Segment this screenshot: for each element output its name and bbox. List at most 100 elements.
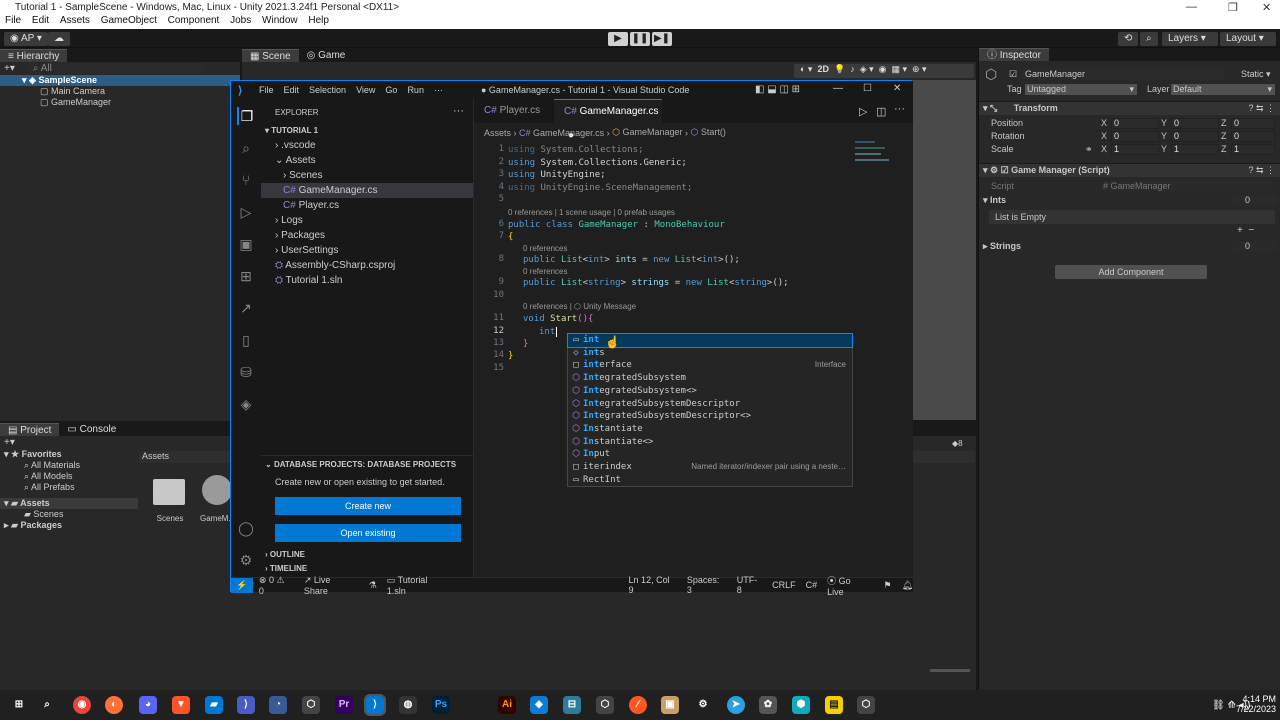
db-projects-header[interactable]: ⌄ DATABASE PROJECTS: DATABASE PROJECTS	[261, 455, 473, 473]
vs-menu-more[interactable]: ···	[434, 85, 443, 95]
tree-item-scenes[interactable]: › Scenes	[261, 168, 473, 183]
account-button[interactable]: ◉ AP ▾	[4, 32, 48, 46]
tab-inspector[interactable]: ⓘ Inspector	[979, 48, 1049, 61]
tag-dropdown[interactable]: Untagged ▾	[1025, 84, 1137, 95]
book-icon[interactable]: ▯	[237, 331, 255, 349]
tree-item-csproj[interactable]: ⛭ Assembly-CSharp.csproj	[261, 258, 473, 273]
tree-item-vscode[interactable]: › .vscode	[261, 138, 473, 153]
indentation-status[interactable]: Spaces: 3	[687, 575, 727, 595]
settings-gear-icon[interactable]: ⚙	[237, 551, 255, 569]
tab-game[interactable]: ◎ Game	[299, 50, 354, 61]
suggestion-item[interactable]: ⬡ Instantiate<>	[568, 436, 852, 449]
transform-header[interactable]: ▾ ⤡ Transform ? ⇆ ⋮	[979, 101, 1280, 115]
hierarchy-search-input[interactable]: ⌕ All	[24, 63, 205, 74]
eol-status[interactable]: CRLF	[772, 580, 796, 590]
strings-size-field[interactable]: 0	[1233, 241, 1277, 251]
component-menu-icon[interactable]: ? ⇆ ⋮	[1248, 164, 1275, 177]
hierarchy-item-gamemanager[interactable]: ▢ GameManager	[40, 97, 111, 108]
feedback-icon[interactable]: ⚑	[884, 580, 892, 591]
layers-dropdown[interactable]: Layers ▾	[1162, 32, 1218, 46]
photoshop-icon[interactable]: Ps	[432, 696, 450, 714]
layers-icon[interactable]: ◈	[237, 395, 255, 413]
brave-icon[interactable]: ▼	[172, 696, 190, 714]
editor-more-icon[interactable]: ···	[894, 103, 905, 115]
clock[interactable]: 4:14 PM 7/22/2023	[1236, 694, 1276, 714]
search-icon[interactable]: ⌕	[38, 696, 56, 714]
scene-view-tools[interactable]: ◐ ▾ 2D 💡 ♪ ◈ ▾ ◉ ▦ ▾ ⊕ ▾	[794, 64, 974, 78]
explorer-more-icon[interactable]: ···	[453, 105, 464, 117]
vs-maximize-icon[interactable]: ☐	[863, 83, 872, 94]
workspace-root[interactable]: ▾ TUTORIAL 1	[261, 123, 473, 138]
github-icon[interactable]: ◍	[399, 696, 417, 714]
suggestion-item[interactable]: ⬡ IntegratedSubsystemDescriptor<>	[568, 410, 852, 423]
project-add-icon[interactable]: +▾	[4, 437, 15, 448]
explorer-icon[interactable]: ❐	[237, 107, 255, 125]
vs-menu-run[interactable]: Run	[407, 85, 424, 95]
tab-gamemanager-cs[interactable]: C# GameManager.cs ●	[554, 99, 662, 141]
maximize-icon[interactable]: ❐	[1228, 1, 1238, 14]
scale-x[interactable]: 1	[1111, 144, 1159, 155]
suggestion-item[interactable]: ⬡ IntegratedSubsystemDescriptor	[568, 398, 852, 411]
folder-scenes[interactable]: ▰ Scenes	[0, 509, 138, 520]
layout-toggle-icons[interactable]: ◧ ⬓ ◫ ⊞	[755, 84, 800, 95]
sticky-notes-icon[interactable]: ▤	[825, 696, 843, 714]
static-toggle[interactable]: Static ▾	[1241, 69, 1271, 80]
menu-component[interactable]: Component	[168, 15, 220, 26]
tab-hierarchy[interactable]: ≡ Hierarchy	[0, 49, 68, 62]
object-name-field[interactable]: GameManager	[1023, 68, 1225, 80]
add-component-button[interactable]: Add Component	[1055, 265, 1207, 279]
favorites-header[interactable]: ▾ ★ Favorites	[0, 449, 138, 460]
search-icon[interactable]: ⌕	[1140, 32, 1158, 46]
tree-item-gamemanager[interactable]: C# GameManager.cs	[261, 183, 473, 198]
tab-console[interactable]: ▭ Console	[59, 424, 124, 435]
notifications-icon[interactable]: 🔔︎	[902, 580, 913, 591]
suggestion-item[interactable]: □ interface Interface	[568, 359, 852, 372]
problems-indicator[interactable]: ⊗ 0 ⚠ 0	[259, 575, 292, 596]
layout-dropdown[interactable]: Layout ▾	[1220, 32, 1276, 46]
breadcrumb-file[interactable]: C# GameManager.cs	[519, 128, 604, 138]
minimap[interactable]	[855, 137, 899, 197]
suggestion-item[interactable]: ⬡ IntegratedSubsystem	[568, 372, 852, 385]
app3-icon[interactable]: ⬡	[596, 696, 614, 714]
hierarchy-item-main-camera[interactable]: ▢ Main Camera	[40, 86, 105, 97]
folder-assets[interactable]: ▾ ▰ Assets	[0, 498, 138, 509]
unity-hub-icon[interactable]: ⬡	[857, 696, 875, 714]
scale-z[interactable]: 1	[1231, 144, 1275, 155]
link-icon[interactable]: ⚭	[1085, 144, 1093, 155]
premiere-icon[interactable]: Pr	[335, 696, 353, 714]
live-share-status[interactable]: ↗ Live Share	[304, 575, 357, 596]
tree-item-usersettings[interactable]: › UserSettings	[261, 243, 473, 258]
tree-item-sln[interactable]: ⛭ Tutorial 1.sln	[261, 273, 473, 288]
add-icon[interactable]: +▾	[4, 63, 15, 74]
suggestion-item[interactable]: ▭ RectInt	[568, 474, 852, 487]
extensions-icon[interactable]: ⊞	[237, 267, 255, 285]
tree-item-logs[interactable]: › Logs	[261, 213, 473, 228]
vs-close-icon[interactable]: ✕	[893, 83, 901, 94]
strings-row[interactable]: ▸ Strings 0	[979, 241, 1280, 253]
history-icon[interactable]: ⟲	[1118, 32, 1139, 46]
menu-help[interactable]: Help	[308, 15, 329, 26]
vs-menu-selection[interactable]: Selection	[309, 85, 346, 95]
unity-icon[interactable]: ⬡	[302, 696, 320, 714]
run-debug-icon[interactable]: ▷	[237, 203, 255, 221]
encoding-status[interactable]: UTF-8	[737, 575, 762, 595]
explorer-folder-icon[interactable]: ▰	[205, 696, 223, 714]
folder-packages[interactable]: ▸ ▰ Packages	[0, 520, 138, 531]
vs-menu-go[interactable]: Go	[385, 85, 397, 95]
fav-all-materials[interactable]: ⌕ All Materials	[0, 460, 138, 471]
menu-jobs[interactable]: Jobs	[230, 15, 251, 26]
active-checkbox[interactable]: ☑	[1009, 69, 1017, 80]
hierarchy-scene-row[interactable]: ▾ ◈ SampleScene	[0, 75, 240, 86]
run-file-icon[interactable]: ▷	[859, 105, 867, 118]
scale-y[interactable]: 1	[1171, 144, 1219, 155]
suggestion-item[interactable]: □ iterindex Named iterator/indexer pair us…	[568, 461, 852, 474]
windows-start-icon[interactable]: ⊞	[10, 696, 28, 714]
tab-scene[interactable]: ▦ Scene	[242, 49, 299, 62]
app6-icon[interactable]: ⬢	[792, 696, 810, 714]
telegram-icon[interactable]: ➤	[727, 696, 745, 714]
tree-item-player[interactable]: C# Player.cs	[261, 198, 473, 213]
firefox-icon[interactable]: ◐	[105, 696, 123, 714]
position-y[interactable]: 0	[1171, 118, 1219, 129]
position-x[interactable]: 0	[1111, 118, 1159, 129]
search-icon[interactable]: ⌕	[237, 139, 255, 157]
